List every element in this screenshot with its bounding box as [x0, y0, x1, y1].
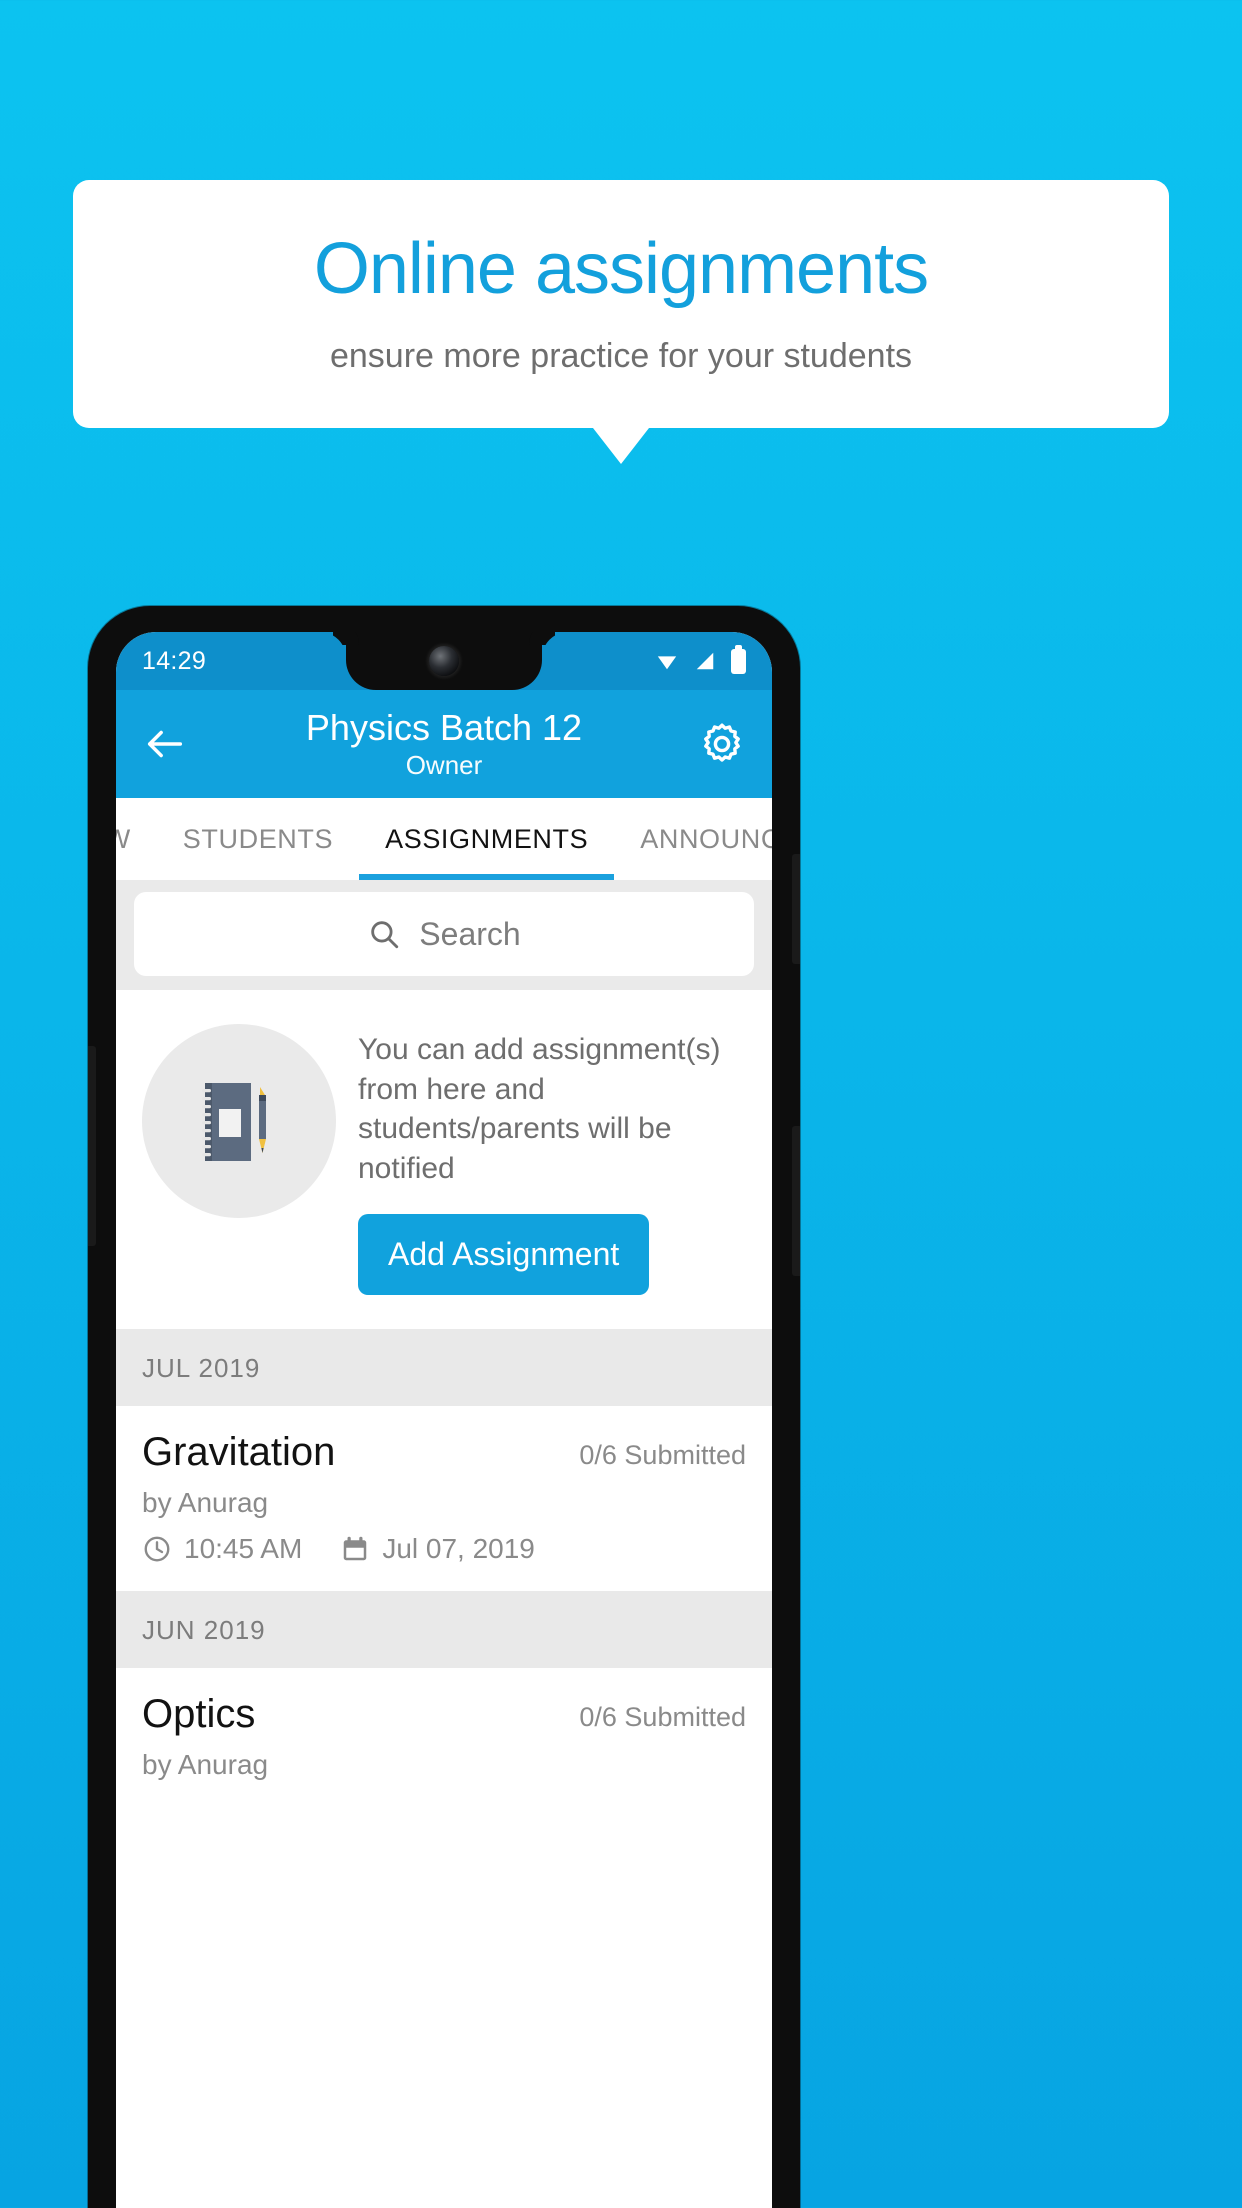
tab-bar: IEW STUDENTS ASSIGNMENTS ANNOUNCEN	[116, 798, 772, 880]
promo-bubble-tail	[593, 428, 649, 464]
left-side-button[interactable]	[88, 1046, 96, 1246]
status-bar-icons	[655, 644, 746, 674]
empty-state-card: You can add assignment(s) from here and …	[116, 990, 772, 1330]
assignment-meta: 10:45 AM Jul 07, 2019	[142, 1533, 746, 1565]
phone-device-frame: 14:29 Physics Batch 12 Owner W STUDENTS …	[88, 606, 800, 2208]
empty-state-illustration	[142, 1024, 336, 1218]
app-bar-title-group: Physics Batch 12 Owner	[116, 690, 772, 798]
app-bar: Physics Batch 12 Owner	[116, 690, 772, 798]
clock-icon	[144, 1536, 170, 1562]
tab-announcements[interactable]: ANNOUNCEN	[614, 798, 772, 880]
assignment-row-optics[interactable]: Optics 0/6 Submitted by Anurag	[116, 1668, 772, 1808]
tab-label: ANNOUNCEN	[640, 823, 772, 854]
search-input[interactable]: Search	[134, 892, 754, 976]
signal-icon	[696, 652, 714, 670]
status-bar-clock: 14:29	[142, 646, 207, 675]
phone-notch	[346, 632, 542, 690]
phone-screen: 14:29 Physics Batch 12 Owner W STUDENTS …	[116, 632, 772, 2208]
add-assignment-button[interactable]: Add Assignment	[358, 1214, 650, 1296]
wifi-icon	[657, 656, 677, 670]
assignment-title: Gravitation	[142, 1430, 336, 1475]
search-placeholder: Search	[419, 915, 521, 952]
promo-title: Online assignments	[313, 228, 929, 309]
notebook-and-pen-icon	[202, 1083, 266, 1161]
assignment-date: Jul 07, 2019	[382, 1533, 535, 1565]
tab-assignments[interactable]: ASSIGNMENTS	[359, 798, 615, 880]
tab-label: STUDENTS	[182, 823, 334, 854]
empty-state-text: You can add assignment(s) from here and …	[358, 1033, 721, 1185]
month-header-jun: JUN 2019	[116, 1591, 772, 1669]
page-title: Physics Batch 12	[305, 706, 583, 748]
front-camera-icon	[429, 646, 459, 676]
tab-overview[interactable]: IEW	[116, 798, 157, 880]
assignment-row-gravitation[interactable]: Gravitation 0/6 Submitted by Anurag 10:4…	[116, 1406, 772, 1592]
page-subtitle: Owner	[405, 750, 483, 781]
tab-label: IEW	[116, 823, 131, 854]
back-arrow-icon[interactable]	[142, 721, 188, 767]
search-icon	[371, 921, 399, 949]
assignment-row-top: Optics 0/6 Submitted	[142, 1692, 746, 1737]
month-header-jul: JUL 2019	[116, 1329, 772, 1407]
assignment-submitted-count: 0/6 Submitted	[579, 1440, 746, 1471]
gear-icon[interactable]	[698, 720, 746, 768]
promo-subtitle: ensure more practice for your students	[329, 337, 913, 376]
assignment-author: by Anurag	[142, 1749, 269, 1781]
volume-button[interactable]	[792, 1126, 800, 1276]
calendar-icon	[344, 1537, 367, 1561]
assignment-time: 10:45 AM	[184, 1533, 303, 1565]
search-bar-container: Search	[116, 880, 772, 990]
assignment-author: by Anurag	[142, 1487, 269, 1519]
battery-icon	[731, 644, 746, 674]
tab-students[interactable]: STUDENTS	[157, 798, 359, 880]
assignment-row-top: Gravitation 0/6 Submitted	[142, 1430, 746, 1475]
assignment-submitted-count: 0/6 Submitted	[579, 1702, 746, 1733]
tab-label: ASSIGNMENTS	[385, 823, 589, 854]
power-button[interactable]	[792, 854, 800, 964]
assignment-title: Optics	[142, 1692, 256, 1737]
promo-bubble: Online assignments ensure more practice …	[73, 180, 1169, 428]
empty-state-body: You can add assignment(s) from here and …	[358, 1024, 748, 1296]
